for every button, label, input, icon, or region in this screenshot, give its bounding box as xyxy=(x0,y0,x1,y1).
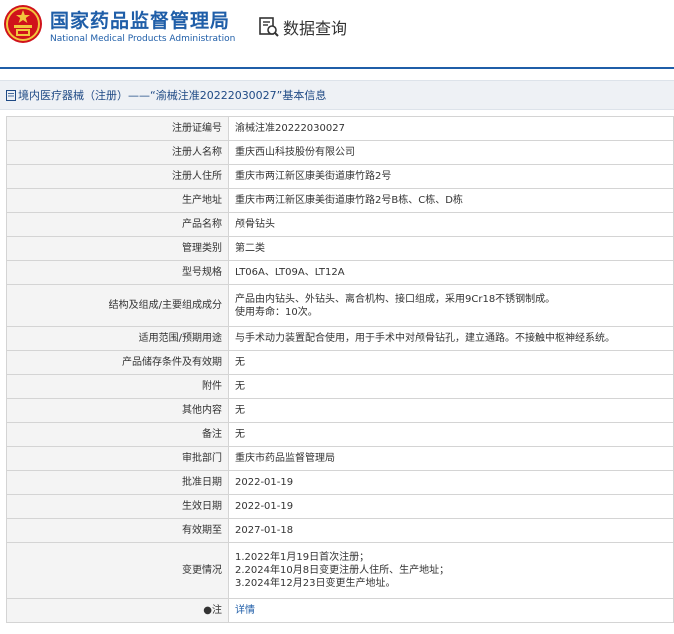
row-value: 与手术动力装置配合使用，用于手术中对颅骨钻孔，建立通路。不接触中枢神经系统。 xyxy=(228,326,674,351)
row-label: 附件 xyxy=(6,374,229,399)
row-label: 批准日期 xyxy=(6,470,229,495)
table-row: 生产地址 重庆市两江新区康美街道康竹路2号B栋、C栋、D栋 xyxy=(6,188,674,213)
row-label: 其他内容 xyxy=(6,398,229,423)
site-subtitle: National Medical Products Administration xyxy=(50,34,236,44)
row-value: 颅骨钻头 xyxy=(228,212,674,237)
row-value: 无 xyxy=(228,374,674,399)
row-label: 适用范围/预期用途 xyxy=(6,326,229,351)
row-value-line: 产品由内钻头、外钻头、离合机构、接口组成，采用9Cr18不锈钢制成。 xyxy=(235,293,556,305)
row-value-line: 使用寿命：10次。 xyxy=(235,306,318,318)
table-row: 管理类别 第二类 xyxy=(6,236,674,261)
row-value: 重庆市药品监督管理局 xyxy=(228,446,674,471)
row-value: 详情 xyxy=(228,598,674,623)
table-row: 附件 无 xyxy=(6,374,674,399)
row-value: 无 xyxy=(228,350,674,375)
row-value: 1.2022年1月19日首次注册； 2.2024年10月8日变更注册人住所、生产… xyxy=(228,542,674,599)
row-label: 注册证编号 xyxy=(6,116,229,141)
row-value: 重庆西山科技股份有限公司 xyxy=(228,140,674,165)
table-row: 产品名称 颅骨钻头 xyxy=(6,212,674,237)
detail-table: 注册证编号 渝械注准20222030027 注册人名称 重庆西山科技股份有限公司… xyxy=(6,116,674,623)
row-label: 变更情况 xyxy=(6,542,229,599)
data-query-link[interactable]: 数据查询 xyxy=(258,14,347,40)
row-value: 重庆市两江新区康美街道康竹路2号 xyxy=(228,164,674,189)
search-document-icon xyxy=(259,17,279,37)
row-label: 注册人名称 xyxy=(6,140,229,165)
table-row: 注册人住所 重庆市两江新区康美街道康竹路2号 xyxy=(6,164,674,189)
table-row: 变更情况 1.2022年1月19日首次注册； 2.2024年10月8日变更注册人… xyxy=(6,542,674,599)
table-row: 注册证编号 渝械注准20222030027 xyxy=(6,116,674,141)
row-value: LT06A、LT09A、LT12A xyxy=(228,260,674,285)
row-label: 有效期至 xyxy=(6,518,229,543)
row-value-line: 1.2022年1月19日首次注册； xyxy=(235,552,370,563)
header-divider xyxy=(0,67,674,69)
document-icon xyxy=(6,89,16,101)
row-value: 2027-01-18 xyxy=(228,518,674,543)
row-label: 生效日期 xyxy=(6,494,229,519)
table-row: 审批部门 重庆市药品监督管理局 xyxy=(6,446,674,471)
row-label: 注册人住所 xyxy=(6,164,229,189)
site-title: 国家药品监督管理局 xyxy=(50,10,231,32)
details-link[interactable]: 详情 xyxy=(235,605,255,616)
national-emblem-icon xyxy=(4,5,42,43)
row-value: 无 xyxy=(228,422,674,447)
row-value: 无 xyxy=(228,398,674,423)
table-row: ●注 详情 xyxy=(6,598,674,623)
row-label: 产品储存条件及有效期 xyxy=(6,350,229,375)
table-row: 生效日期 2022-01-19 xyxy=(6,494,674,519)
row-label: 结构及组成/主要组成成分 xyxy=(6,284,229,327)
row-value-line: 2.2024年10月8日变更注册人住所、生产地址； xyxy=(235,565,450,576)
table-row: 适用范围/预期用途 与手术动力装置配合使用，用于手术中对颅骨钻孔，建立通路。不接… xyxy=(6,326,674,351)
row-value: 2022-01-19 xyxy=(228,470,674,495)
row-value: 渝械注准20222030027 xyxy=(228,116,674,141)
breadcrumb: 境内医疗器械（注册）——“渝械注准20222030027”基本信息 xyxy=(0,80,674,110)
breadcrumb-text: 境内医疗器械（注册）——“渝械注准20222030027”基本信息 xyxy=(18,89,327,102)
row-label: 产品名称 xyxy=(6,212,229,237)
table-row: 备注 无 xyxy=(6,422,674,447)
row-value: 产品由内钻头、外钻头、离合机构、接口组成，采用9Cr18不锈钢制成。 使用寿命：… xyxy=(228,284,674,327)
row-label: 管理类别 xyxy=(6,236,229,261)
row-label: 审批部门 xyxy=(6,446,229,471)
table-row: 其他内容 无 xyxy=(6,398,674,423)
table-row: 批准日期 2022-01-19 xyxy=(6,470,674,495)
row-value: 重庆市两江新区康美街道康竹路2号B栋、C栋、D栋 xyxy=(228,188,674,213)
row-label: ●注 xyxy=(6,598,229,623)
table-row: 型号规格 LT06A、LT09A、LT12A xyxy=(6,260,674,285)
row-label: 备注 xyxy=(6,422,229,447)
data-query-label: 数据查询 xyxy=(283,19,348,38)
row-value-line: 3.2024年12月23日变更生产地址。 xyxy=(235,578,396,589)
row-value: 第二类 xyxy=(228,236,674,261)
table-row: 注册人名称 重庆西山科技股份有限公司 xyxy=(6,140,674,165)
row-label: 生产地址 xyxy=(6,188,229,213)
row-label: 型号规格 xyxy=(6,260,229,285)
table-row: 有效期至 2027-01-18 xyxy=(6,518,674,543)
table-row: 结构及组成/主要组成成分 产品由内钻头、外钻头、离合机构、接口组成，采用9Cr1… xyxy=(6,284,674,327)
row-value: 2022-01-19 xyxy=(228,494,674,519)
table-row: 产品储存条件及有效期 无 xyxy=(6,350,674,375)
site-header: 国家药品监督管理局 National Medical Products Admi… xyxy=(0,0,674,66)
